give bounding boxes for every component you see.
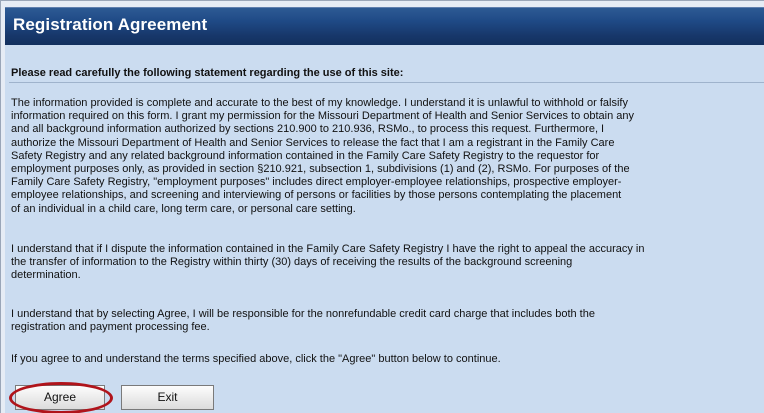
paragraph-line: of an individual in a child care, long t… — [11, 202, 356, 215]
page-title: Registration Agreement — [13, 15, 208, 34]
intro-heading: Please read carefully the following stat… — [11, 67, 404, 79]
agreement-panel: Please read carefully the following stat… — [5, 45, 764, 413]
paragraph-line: employment purposes only, as provided in… — [11, 163, 630, 176]
agree-button[interactable]: Agree — [15, 385, 105, 410]
agreement-paragraph-1: The information provided is complete and… — [11, 97, 764, 216]
paragraph-line: registration and payment processing fee. — [11, 321, 210, 334]
paragraph-line: The information provided is complete and… — [11, 97, 628, 109]
agreement-paragraph-3: I understand that by selecting Agree, I … — [11, 308, 764, 334]
paragraph-line: authorize the Missouri Department of Hea… — [11, 136, 615, 149]
agreement-paragraph-4: If you agree to and understand the terms… — [11, 353, 764, 366]
divider — [9, 82, 764, 83]
header-bar: Registration Agreement — [5, 7, 764, 45]
paragraph-line: employee relationships, and screening an… — [11, 189, 622, 202]
paragraph-line: Safety Registry and any related backgrou… — [11, 149, 600, 162]
agreement-paragraph-2: I understand that if I dispute the infor… — [11, 243, 764, 283]
paragraph-line: I understand that by selecting Agree, I … — [11, 308, 595, 320]
registration-agreement-window: Registration Agreement Please read caref… — [0, 0, 764, 413]
paragraph-line: and all background information authorize… — [11, 123, 605, 136]
paragraph-line: determination. — [11, 269, 81, 282]
exit-button[interactable]: Exit — [121, 385, 214, 410]
paragraph-line: information required on this form. I gra… — [11, 110, 635, 123]
paragraph-line: the transfer of information to the Regis… — [11, 256, 573, 269]
paragraph-line: Family Care Safety Registry, "employment… — [11, 176, 622, 189]
paragraph-line: If you agree to and understand the terms… — [11, 353, 501, 365]
paragraph-line: I understand that if I dispute the infor… — [11, 243, 645, 255]
